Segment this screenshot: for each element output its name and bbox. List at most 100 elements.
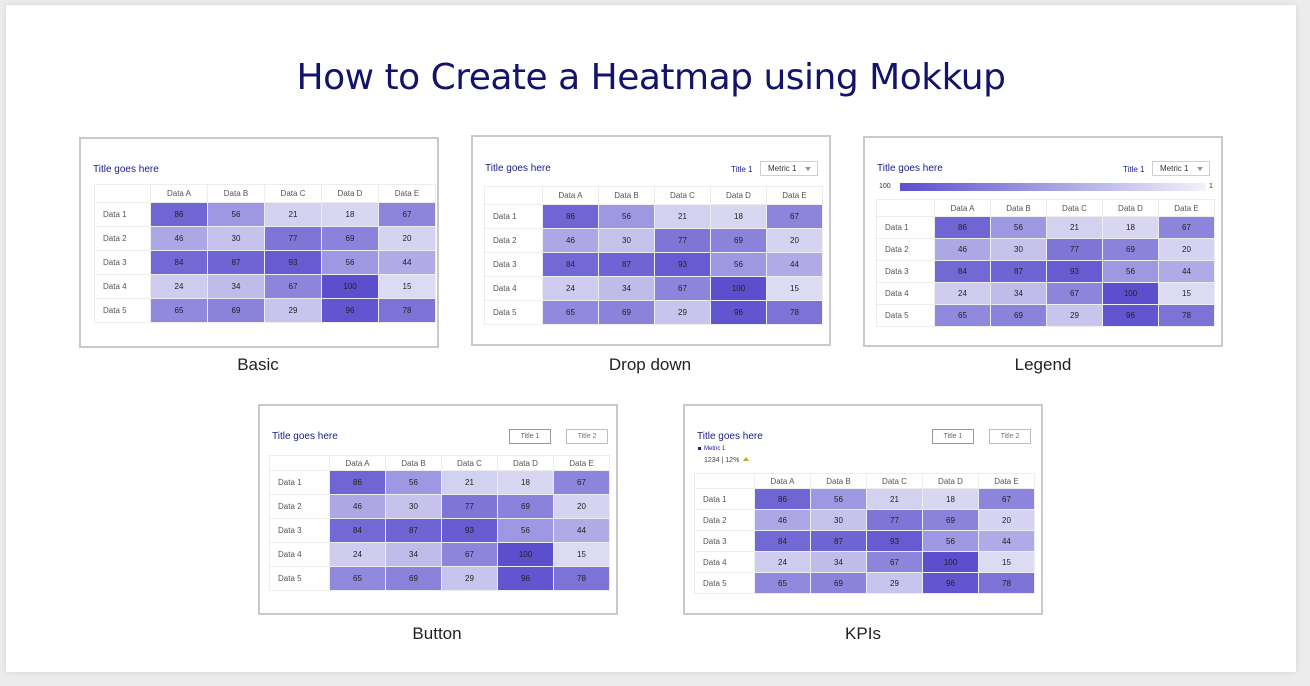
heatmap-cell: 100 (321, 274, 379, 299)
heatmap-cell: 93 (866, 530, 923, 552)
table-row: Data 1 86 56 21 18 67 (269, 470, 610, 495)
header-row: Data A Data B Data C Data D Data E (484, 186, 823, 205)
heatmap-cell: 96 (710, 300, 767, 325)
row-label: Data 4 (876, 282, 935, 305)
heatmap-cell: 67 (766, 204, 823, 229)
heatmap-cell: 87 (810, 530, 867, 552)
metric-dropdown[interactable]: Metric 1 (760, 161, 818, 176)
heatmap-cell: 56 (1102, 260, 1159, 283)
row-label: Data 4 (694, 551, 755, 573)
row-label: Data 4 (94, 274, 151, 299)
heatmap-cell: 24 (542, 276, 599, 301)
table-row: Data 5 65 69 29 96 78 (876, 304, 1215, 327)
table-row: Data 1 86 56 21 18 67 (94, 202, 436, 227)
heatmap-table: Data A Data B Data C Data D Data E Data 1 86 56… (94, 184, 436, 323)
card-title: Title goes here (485, 163, 551, 174)
metric-dropdown[interactable]: Metric 1 (1152, 161, 1210, 176)
row-label: Data 5 (694, 572, 755, 594)
row-label: Data 1 (484, 204, 543, 229)
caption-basic: Basic (237, 355, 279, 374)
heatmap-cell: 29 (654, 300, 711, 325)
heatmap-cell: 100 (922, 551, 979, 573)
row-label: Data 2 (876, 238, 935, 261)
heatmap-cell: 29 (1046, 304, 1103, 327)
table-row: Data 1 86 56 21 18 67 (694, 488, 1035, 510)
table-row: Data 4 24 34 67 100 15 (269, 542, 610, 567)
table-row: Data 5 65 69 29 96 78 (269, 566, 610, 591)
title-1-button[interactable]: Title 1 (509, 429, 551, 444)
row-label: Data 3 (694, 530, 755, 552)
heatmap-cell: 15 (978, 551, 1035, 573)
heatmap-cell: 87 (385, 518, 442, 543)
heatmap-cell: 67 (978, 488, 1035, 510)
column-header: Data C (866, 473, 923, 489)
title-1-button[interactable]: Title 1 (932, 429, 974, 444)
card-title: Title goes here (877, 163, 943, 174)
column-header: Data A (150, 184, 208, 203)
heatmap-cell: 65 (150, 298, 208, 323)
heatmap-cell: 69 (810, 572, 867, 594)
heatmap-cell: 44 (766, 252, 823, 277)
column-header: Data C (654, 186, 711, 205)
title-2-button[interactable]: Title 2 (566, 429, 608, 444)
heatmap-cell: 86 (150, 202, 208, 227)
heatmap-cell: 24 (754, 551, 811, 573)
heatmap-cell: 15 (766, 276, 823, 301)
heatmap-cell: 15 (378, 274, 436, 299)
row-label: Data 2 (694, 509, 755, 531)
heatmap-cell: 44 (378, 250, 436, 275)
table-row: Data 1 86 56 21 18 67 (876, 216, 1215, 239)
table-row: Data 5 65 69 29 96 78 (694, 572, 1035, 594)
heatmap-cell: 69 (598, 300, 655, 325)
column-header: Data B (810, 473, 867, 489)
heatmap-cell: 65 (329, 566, 386, 591)
heatmap-cell: 86 (934, 216, 991, 239)
row-label: Data 5 (94, 298, 151, 323)
table-row: Data 3 84 87 93 56 44 (94, 250, 436, 275)
row-label: Data 2 (269, 494, 330, 519)
heatmap-table: Data A Data B Data C Data D Data E Data 1 86 56… (484, 186, 823, 325)
heatmap-cell: 69 (990, 304, 1047, 327)
column-header: Data D (497, 455, 554, 471)
row-label: Data 1 (876, 216, 935, 239)
heatmap-cell: 86 (542, 204, 599, 229)
column-header: Data D (922, 473, 979, 489)
caption-button: Button (412, 624, 462, 643)
header-row: Data A Data B Data C Data D Data E (876, 199, 1215, 217)
heatmap-cell: 44 (553, 518, 610, 543)
table-row: Data 2 46 30 77 69 20 (484, 228, 823, 253)
table-row: Data 2 46 30 77 69 20 (876, 238, 1215, 261)
header-row: Data A Data B Data C Data D Data E (694, 473, 1035, 489)
heatmap-cell: 29 (441, 566, 498, 591)
arrow-up-icon (743, 457, 750, 461)
heatmap-cell: 84 (934, 260, 991, 283)
table-row: Data 4 24 34 67 100 15 (876, 282, 1215, 305)
heatmap-cell: 84 (329, 518, 386, 543)
title-2-button[interactable]: Title 2 (989, 429, 1031, 444)
corner-cell (876, 199, 935, 217)
column-header: Data B (207, 184, 265, 203)
heatmap-cell: 56 (710, 252, 767, 277)
heatmap-table: Data A Data B Data C Data D Data E Data 1 86 56… (876, 199, 1215, 327)
row-label: Data 1 (694, 488, 755, 510)
heatmap-cell: 69 (1102, 238, 1159, 261)
column-header: Data A (542, 186, 599, 205)
column-header: Data D (710, 186, 767, 205)
row-label: Data 2 (94, 226, 151, 251)
heatmap-cell: 34 (598, 276, 655, 301)
row-label: Data 3 (876, 260, 935, 283)
table-row: Data 5 65 69 29 96 78 (94, 298, 436, 323)
column-header: Data E (1158, 199, 1215, 217)
column-header: Data E (553, 455, 610, 471)
row-label: Data 1 (94, 202, 151, 227)
card-title: Title goes here (93, 164, 159, 175)
heatmap-cell: 93 (1046, 260, 1103, 283)
heatmap-cell: 67 (264, 274, 322, 299)
heatmap-cell: 15 (1158, 282, 1215, 305)
heatmap-cell: 24 (329, 542, 386, 567)
heatmap-cell: 65 (754, 572, 811, 594)
heatmap-cell: 21 (866, 488, 923, 510)
table-row: Data 2 46 30 77 69 20 (694, 509, 1035, 531)
heatmap-cell: 30 (990, 238, 1047, 261)
row-label: Data 1 (269, 470, 330, 495)
